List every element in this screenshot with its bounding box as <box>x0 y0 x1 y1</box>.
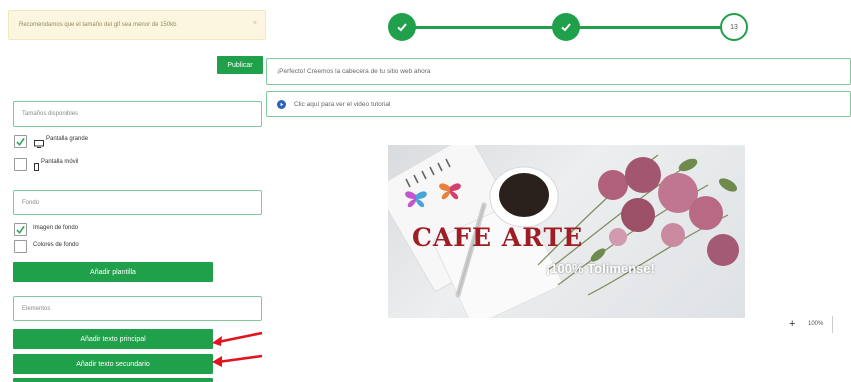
stepper-line-1 <box>415 26 553 29</box>
mobile-screen-checkbox[interactable] <box>14 158 27 171</box>
header-status-text: ¡Perfecto! Creemos la cabecera de tu sit… <box>277 68 431 75</box>
close-icon[interactable]: × <box>253 20 257 27</box>
background-image-checkbox[interactable] <box>14 223 27 236</box>
next-button-partial[interactable] <box>13 378 213 382</box>
zoom-level: 100% <box>808 321 824 327</box>
background-image-label: Imagen de fondo <box>33 225 79 231</box>
large-screen-label: Pantalla grande <box>46 136 89 142</box>
background-colors-checkbox[interactable] <box>14 240 27 253</box>
zoom-divider <box>832 316 833 333</box>
monitor-icon <box>34 135 44 148</box>
background-field[interactable]: Fondo <box>13 190 262 215</box>
arrow-annotation-main <box>212 331 263 346</box>
check-icon <box>561 23 571 32</box>
step-completed-1[interactable] <box>388 13 416 41</box>
banner-title[interactable]: CAFE ARTE <box>412 223 583 252</box>
large-screen-checkbox[interactable] <box>14 135 27 148</box>
add-main-text-button[interactable]: Añadir texto principal <box>13 329 213 349</box>
check-icon <box>397 23 407 32</box>
add-template-button[interactable]: Añadir plantilla <box>13 262 213 282</box>
publish-button[interactable]: Publicar <box>217 56 263 74</box>
tutorial-link[interactable]: Clic aquí para ver el video tutorial <box>294 101 390 108</box>
check-icon <box>16 225 25 234</box>
add-secondary-text-button[interactable]: Añadir texto secundario <box>13 354 213 374</box>
elements-field[interactable]: Elementos <box>13 296 262 321</box>
sizes-field[interactable]: Tamaños disponibles <box>13 101 262 127</box>
step-completed-2[interactable] <box>552 13 580 41</box>
zoom-in-button[interactable]: + <box>789 318 795 330</box>
background-colors-label: Colores de fondo <box>33 242 79 248</box>
step-current[interactable]: 13 <box>720 13 748 41</box>
notice-text: Recomendamos que el tamaño del gif sea m… <box>19 22 177 28</box>
check-icon <box>16 137 25 146</box>
header-status-bar: ¡Perfecto! Creemos la cabecera de tu sit… <box>266 58 851 85</box>
mobile-icon <box>34 158 39 171</box>
arrow-annotation-secondary <box>212 354 263 367</box>
banner-subtitle[interactable]: ¡100% Tolimense! <box>546 261 655 276</box>
stepper-line-2 <box>579 26 721 29</box>
play-icon <box>277 99 286 109</box>
tutorial-link-bar[interactable]: Clic aquí para ver el video tutorial <box>266 91 851 117</box>
mobile-screen-label: Pantalla móvil <box>41 159 79 165</box>
header-banner-preview[interactable]: CAFE ARTE ¡100% Tolimense! <box>388 145 745 318</box>
size-recommendation-notice: Recomendamos que el tamaño del gif sea m… <box>8 10 266 40</box>
